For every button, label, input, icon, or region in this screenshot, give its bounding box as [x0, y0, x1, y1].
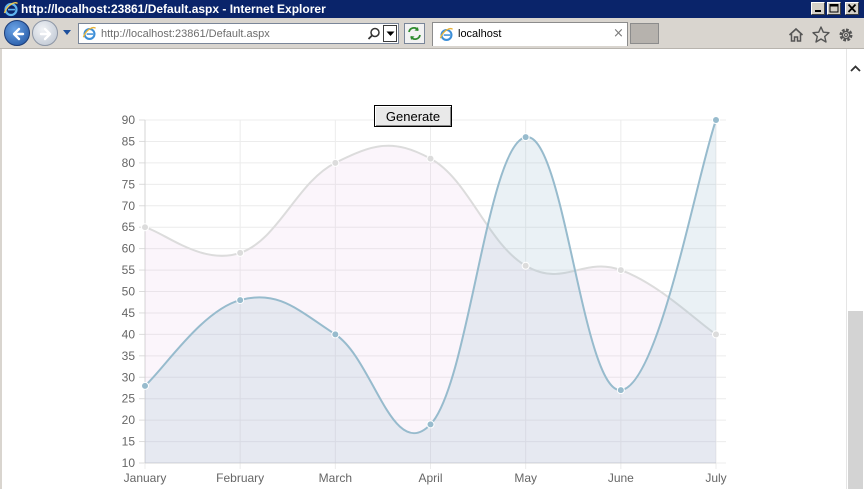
data-point[interactable] — [236, 296, 245, 305]
address-bar[interactable] — [78, 23, 399, 44]
data-point[interactable] — [712, 116, 720, 124]
data-point[interactable] — [712, 330, 720, 339]
x-tick-label: January — [124, 471, 167, 485]
y-tick-label: 20 — [122, 413, 136, 427]
x-tick-label: June — [608, 471, 634, 485]
y-tick-label: 35 — [122, 349, 136, 363]
generate-button[interactable]: Generate — [374, 105, 452, 127]
new-tab-button[interactable] — [630, 23, 659, 44]
chevron-up-icon[interactable] — [850, 65, 861, 72]
data-point[interactable] — [521, 261, 530, 270]
y-tick-label: 55 — [122, 263, 136, 277]
refresh-icon — [408, 27, 421, 40]
data-point[interactable] — [521, 133, 530, 142]
tab-close-icon[interactable]: × — [613, 26, 624, 41]
y-tick-label: 65 — [122, 220, 136, 234]
y-tick-label: 80 — [122, 156, 136, 170]
y-tick-label: 50 — [122, 285, 136, 299]
data-point[interactable] — [236, 248, 245, 257]
data-point[interactable] — [616, 266, 625, 275]
y-tick-label: 40 — [122, 327, 136, 341]
ie-tab-icon — [439, 28, 454, 41]
maximize-button[interactable] — [827, 2, 841, 15]
x-tick-label: February — [216, 471, 264, 485]
title-bar: http://localhost:23861/Default.aspx - In… — [0, 0, 864, 18]
tab-label: localhost — [458, 28, 502, 40]
x-tick-label: May — [514, 471, 537, 485]
data-point[interactable] — [331, 158, 340, 167]
page-content: 10 15 20 25 30 35 40 45 50 55 60 65 70 75 80 85 90 Januar… — [0, 49, 848, 489]
dropdown-icon[interactable] — [62, 29, 72, 36]
refresh-button[interactable] — [404, 23, 425, 44]
data-point[interactable] — [141, 381, 149, 390]
address-input[interactable] — [101, 24, 361, 43]
vertical-scrollbar[interactable] — [846, 49, 864, 489]
data-point[interactable] — [141, 223, 149, 232]
forward-button[interactable] — [32, 20, 58, 46]
scrollbar-thumb[interactable] — [848, 311, 863, 489]
forward-icon — [39, 27, 52, 41]
x-tick-label: July — [705, 471, 726, 485]
back-icon — [12, 27, 25, 41]
y-tick-label: 90 — [122, 113, 136, 127]
window-title: http://localhost:23861/Default.aspx - In… — [21, 2, 326, 16]
star-icon[interactable] — [812, 26, 830, 43]
browser-toolbar: localhost × — [0, 18, 864, 49]
maximize-icon — [829, 4, 839, 13]
y-tick-label: 70 — [122, 199, 136, 213]
chevron-down-icon — [386, 31, 395, 36]
minimize-button[interactable] — [811, 2, 825, 15]
gear-icon[interactable] — [837, 26, 855, 44]
y-tick-label: 15 — [122, 435, 136, 449]
data-point[interactable] — [426, 154, 435, 163]
y-tick-label: 45 — [122, 306, 136, 320]
tab-localhost[interactable]: localhost × — [432, 22, 628, 46]
ie-page-icon — [82, 27, 97, 40]
minimize-icon — [815, 10, 821, 12]
search-icon[interactable] — [367, 27, 381, 41]
ie-icon — [3, 2, 18, 17]
y-tick-label: 75 — [122, 177, 136, 191]
y-tick-label: 25 — [122, 392, 136, 406]
data-point[interactable] — [426, 420, 435, 429]
y-tick-label: 10 — [122, 456, 136, 470]
address-dropdown-button[interactable] — [383, 25, 397, 42]
x-tick-label: April — [418, 471, 442, 485]
x-tick-label: March — [319, 471, 352, 485]
y-tick-label: 60 — [122, 242, 136, 256]
y-tick-label: 30 — [122, 370, 136, 384]
close-icon — [847, 4, 857, 13]
back-button[interactable] — [4, 20, 30, 46]
data-point[interactable] — [331, 330, 340, 339]
data-point[interactable] — [616, 386, 625, 395]
close-button[interactable] — [845, 2, 859, 15]
home-icon[interactable] — [788, 27, 804, 42]
y-tick-label: 85 — [122, 134, 136, 148]
